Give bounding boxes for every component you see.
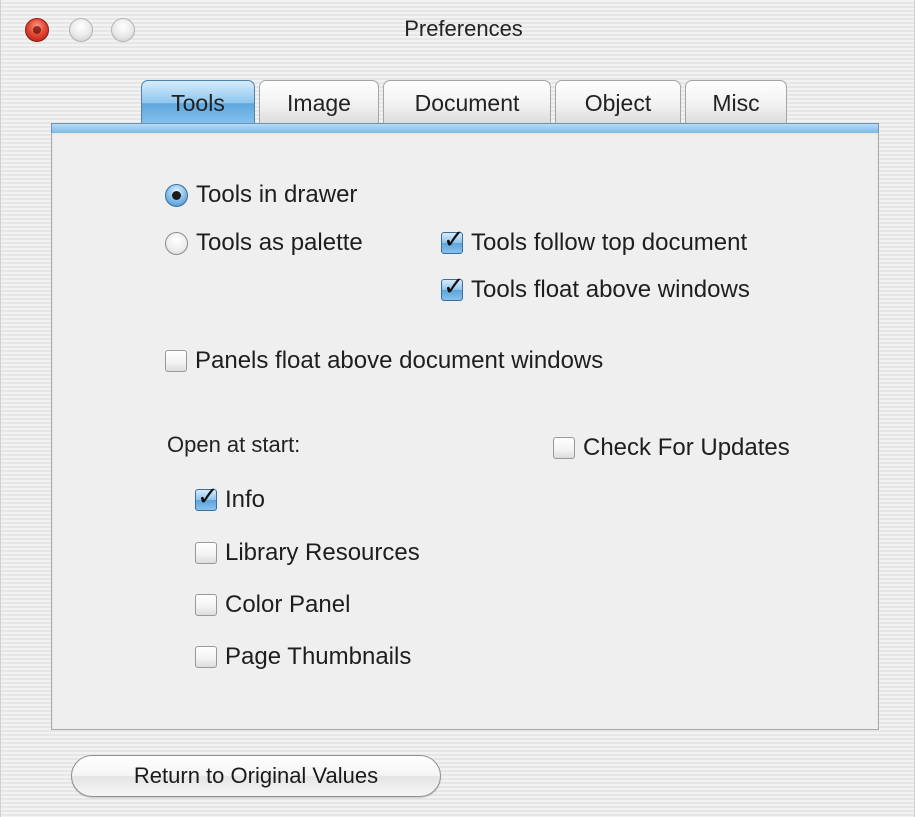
open-library-resources-checkbox[interactable]: Library Resources: [195, 539, 420, 567]
panels-float-above-document-windows-checkbox[interactable]: Panels float above document windows: [165, 347, 603, 375]
tab-image[interactable]: Image: [259, 80, 379, 125]
return-to-original-values-button[interactable]: Return to Original Values: [71, 755, 441, 797]
tools-as-palette-radio[interactable]: Tools as palette: [165, 229, 363, 257]
tab-tools[interactable]: Tools: [141, 80, 255, 125]
check-for-updates-label: Check For Updates: [583, 434, 790, 461]
checkbox-checked-icon: ✓: [441, 271, 465, 301]
tab-bar: Tools Image Document Object Misc: [141, 80, 791, 128]
checkbox-unchecked-icon: [195, 646, 217, 668]
open-info-label: Info: [225, 486, 266, 513]
open-library-resources-label: Library Resources: [225, 539, 420, 566]
tools-follow-top-document-label: Tools follow top document: [471, 229, 748, 256]
checkbox-unchecked-icon: [165, 350, 187, 372]
radio-unselected-icon: [165, 231, 188, 255]
checkbox-checked-icon: ✓: [195, 481, 219, 511]
checkbox-checked-icon: ✓: [441, 224, 465, 254]
tab-document[interactable]: Document: [383, 80, 551, 125]
panels-float-above-document-windows-label: Panels float above document windows: [195, 347, 604, 374]
tools-in-drawer-label: Tools in drawer: [196, 181, 358, 208]
checkbox-unchecked-icon: [195, 542, 217, 564]
open-color-panel-checkbox[interactable]: Color Panel: [195, 591, 350, 619]
open-page-thumbnails-checkbox[interactable]: Page Thumbnails: [195, 643, 411, 671]
checkbox-unchecked-icon: [195, 594, 217, 616]
open-info-checkbox[interactable]: ✓ Info: [195, 481, 266, 514]
check-for-updates-checkbox[interactable]: Check For Updates: [553, 434, 790, 462]
open-color-panel-label: Color Panel: [225, 591, 351, 618]
tab-object[interactable]: Object: [555, 80, 681, 125]
radio-selected-icon: [165, 183, 188, 207]
preferences-window: Preferences Tools Image Document Object …: [0, 0, 915, 817]
tools-in-drawer-radio[interactable]: Tools in drawer: [165, 181, 357, 209]
window-title: Preferences: [404, 16, 523, 41]
checkbox-unchecked-icon: [553, 437, 575, 459]
tools-as-palette-label: Tools as palette: [196, 229, 363, 256]
tools-float-above-windows-label: Tools float above windows: [471, 276, 750, 303]
tab-misc[interactable]: Misc: [685, 80, 787, 125]
title-bar[interactable]: Preferences: [1, 0, 914, 58]
tools-float-above-windows-checkbox[interactable]: ✓ Tools float above windows: [441, 271, 750, 304]
open-at-start-label: Open at start:: [167, 432, 301, 457]
tools-follow-top-document-checkbox[interactable]: ✓ Tools follow top document: [441, 224, 748, 257]
open-page-thumbnails-label: Page Thumbnails: [225, 643, 412, 670]
